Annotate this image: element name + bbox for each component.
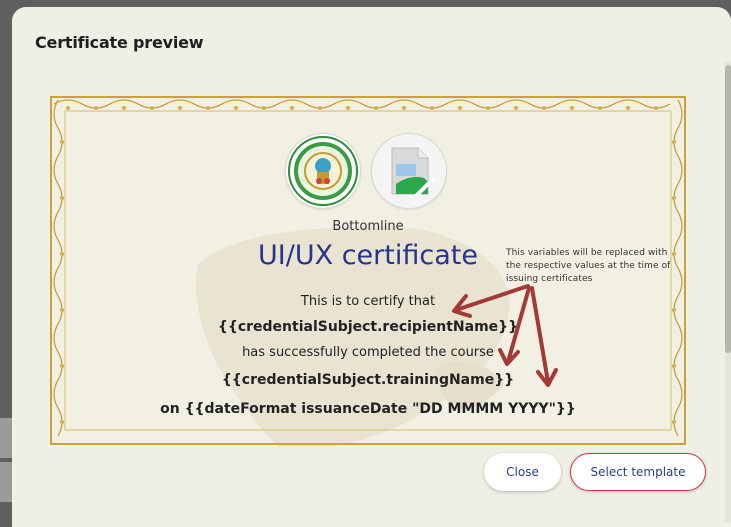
modal-title: Certificate preview [35,33,204,52]
variables-note: This variables will be replaced with the… [506,248,671,284]
certificate-canvas: Bottomline UI/UX certificate This is to … [48,94,688,447]
backdrop-strip [0,418,12,458]
government-seal-icon [286,134,360,208]
certify-line: This is to certify that [300,294,436,309]
broken-image-icon [372,134,446,208]
date-variable: on {{dateFormat issuanceDate "DD MMMM YY… [160,401,576,417]
select-template-button[interactable]: Select template [570,453,706,491]
issuer-name: Bottomline [332,219,404,234]
close-button[interactable]: Close [484,453,561,491]
backdrop-strip [0,462,12,502]
certificate-preview-modal: Certificate preview Bottomline UI/UX cer… [12,7,731,527]
completed-line: has successfully completed the course [242,345,494,360]
training-variable: {{credentialSubject.trainingName}} [221,372,515,388]
recipient-variable: {{credentialSubject.recipientName}} [217,319,519,335]
scrollbar-thumb[interactable] [725,65,731,353]
